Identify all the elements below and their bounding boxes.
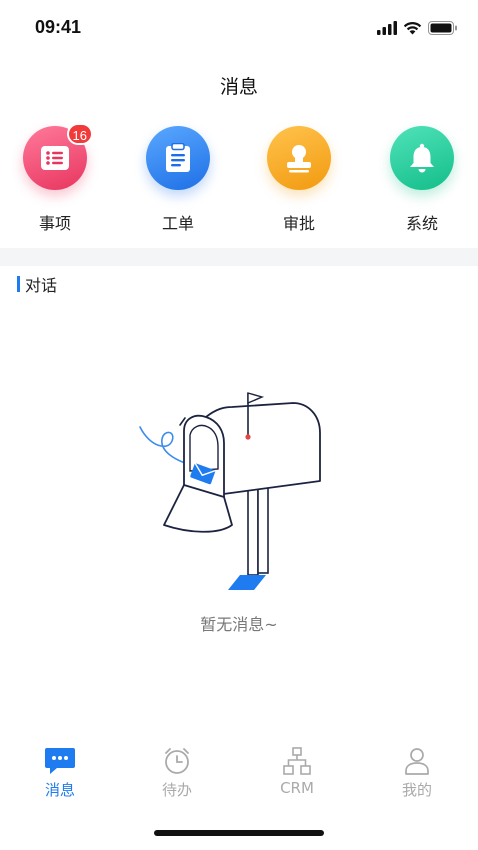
quick-action-label: 审批 (282, 214, 315, 233)
tab-label: CRM (280, 779, 314, 797)
unread-badge: 16 (66, 123, 93, 145)
list-icon (41, 146, 69, 170)
empty-state-text: 暂无消息~ (200, 615, 278, 634)
quick-action-approval[interactable]: 审批 (254, 126, 344, 234)
tab-label: 我的 (401, 781, 432, 799)
bell-icon (410, 143, 434, 173)
person-icon (405, 748, 429, 775)
quick-action-items[interactable]: 16 事项 (10, 123, 100, 234)
quick-action-work-order[interactable]: 工单 (133, 126, 223, 234)
tab-bar: 消息 待办 CRM 我的 (0, 745, 478, 805)
page-title: 消息 (219, 76, 258, 98)
work-order-icon-circle (146, 126, 210, 190)
section-accent-bar (17, 276, 20, 292)
quick-action-system[interactable]: 系统 (377, 126, 467, 234)
quick-action-label: 工单 (161, 214, 194, 233)
section-header: 对话 (17, 275, 58, 295)
chat-icon (45, 748, 75, 774)
battery-icon (428, 21, 457, 35)
tab-mine[interactable]: 我的 (377, 745, 457, 800)
status-icons (377, 20, 458, 36)
tab-crm[interactable]: CRM (257, 745, 337, 797)
approval-icon-circle (267, 126, 331, 190)
clock-icon (165, 748, 189, 774)
tab-messages[interactable]: 消息 (20, 745, 100, 800)
quick-action-label: 事项 (38, 214, 71, 233)
wifi-icon (403, 21, 422, 35)
quick-actions: 16 事项 工单 审批 系统 (0, 123, 478, 236)
section-title: 对话 (25, 276, 58, 295)
tab-label: 消息 (44, 781, 75, 799)
tab-label: 待办 (161, 781, 192, 799)
status-time: 09:41 (35, 17, 82, 37)
mailbox-illustration (139, 392, 321, 590)
org-chart-icon (283, 747, 311, 775)
stamp-icon (287, 145, 311, 173)
home-indicator (154, 830, 324, 836)
system-icon-circle (390, 126, 454, 190)
status-bar: 09:41 (0, 0, 478, 50)
tab-todo[interactable]: 待办 (137, 745, 217, 800)
signal-icon (377, 21, 397, 35)
section-divider (0, 248, 478, 266)
quick-action-label: 系统 (405, 214, 438, 233)
clipboard-icon (166, 143, 190, 172)
items-icon-circle: 16 (23, 123, 93, 190)
